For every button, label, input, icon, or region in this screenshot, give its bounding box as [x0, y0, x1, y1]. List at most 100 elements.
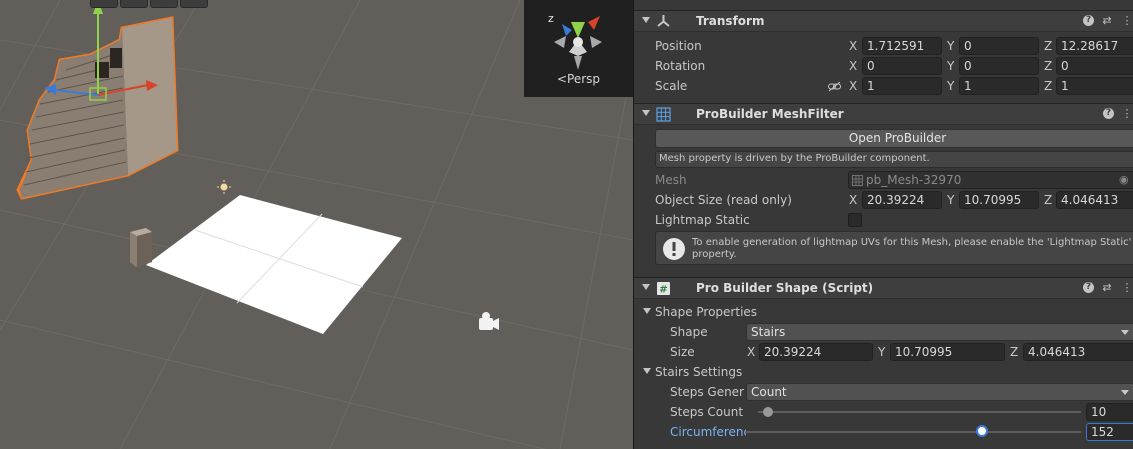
axis-x-label: X [849, 59, 858, 73]
shape-properties-label: Shape Properties [655, 305, 758, 319]
tool-button[interactable] [120, 0, 148, 8]
tool-button[interactable] [180, 0, 208, 8]
scale-y-field[interactable]: 1 [959, 77, 1039, 95]
axis-z-label: Z [1044, 79, 1053, 93]
steps-generation-dropdown[interactable]: Count [746, 383, 1133, 401]
scale-label: Scale [655, 79, 688, 93]
stairs-settings-label: Stairs Settings [655, 365, 743, 379]
shape-script-header[interactable]: # Pro Builder Shape (Script) ? ⇄ ⋮ [634, 277, 1133, 299]
mesh-object-field: pb_Mesh-32970 [848, 171, 1133, 189]
shape-type-label: Shape [670, 325, 708, 339]
steps-generation-label: Steps Genera [670, 385, 744, 399]
rotation-z-field[interactable]: 0 [1056, 57, 1133, 75]
mesh-row: Mesh pb_Mesh-32970 ◉ [634, 170, 1133, 190]
position-label: Position [655, 39, 702, 53]
circumference-field[interactable]: 152 [1086, 423, 1133, 441]
axis-x-label: X [849, 193, 858, 207]
rotation-x-field[interactable]: 0 [862, 57, 942, 75]
shape-type-row: Shape Stairs [634, 322, 1133, 342]
shape-properties-foldout[interactable]: Shape Properties [634, 302, 1133, 322]
circumference-label: Circumferenc [670, 425, 746, 439]
lightmap-help-text: To enable generation of lightmap UVs for… [692, 237, 1132, 260]
preset-icon[interactable]: ⇄ [1100, 14, 1114, 28]
shape-size-z-field[interactable]: 4.046413 [1023, 343, 1133, 361]
component-title: ProBuilder MeshFilter [696, 107, 844, 121]
meshfilter-header[interactable]: ProBuilder MeshFilter ? ⋮ [634, 103, 1133, 125]
scale-x-field[interactable]: 1 [862, 77, 942, 95]
steps-count-row: Steps Count 10 [634, 402, 1133, 422]
axis-x-label: X [849, 39, 858, 53]
help-icon[interactable]: ? [1083, 15, 1094, 26]
stairs-settings-foldout[interactable]: Stairs Settings [634, 362, 1133, 382]
foldout-arrow-icon[interactable] [642, 17, 650, 23]
rotation-y-field[interactable]: 0 [959, 57, 1039, 75]
circumference-slider[interactable] [746, 431, 1081, 433]
mesh-value: pb_Mesh-32970 [866, 173, 962, 187]
scene-toolbar [90, 0, 208, 8]
tool-button[interactable] [150, 0, 178, 8]
scene-view[interactable]: z <Persp [0, 0, 633, 449]
camera-icon[interactable] [479, 312, 499, 330]
mesh-icon [852, 175, 863, 186]
transform-icon [657, 15, 670, 27]
object-size-row: Object Size (read only) X 20.39224 Y 10.… [634, 190, 1133, 210]
rotation-row: Rotation X 0 Y 0 Z 0 [634, 56, 1133, 76]
position-y-field[interactable]: 0 [959, 37, 1039, 55]
help-icon[interactable]: ? [1103, 108, 1114, 119]
rotation-label: Rotation [655, 59, 706, 73]
transform-header[interactable]: Transform ? ⇄ ⋮ [634, 10, 1133, 32]
axis-cone-icon[interactable]: z [524, 0, 633, 72]
axis-y-label: Y [947, 59, 955, 73]
lightmap-static-label: Lightmap Static [655, 213, 750, 227]
position-row: Position X 1.712591 Y 0 Z 12.28617 [634, 36, 1133, 56]
projection-label: Persp [567, 72, 601, 86]
inspector-panel: Transform ? ⇄ ⋮ Position X 1.712591 Y 0 … [633, 0, 1133, 449]
constrain-proportions-icon[interactable] [828, 81, 841, 92]
foldout-arrow-icon[interactable] [643, 308, 651, 314]
axis-z-label: Z [1044, 39, 1053, 53]
shape-size-x-field[interactable]: 20.39224 [759, 343, 873, 361]
circumference-slider-handle[interactable] [975, 425, 988, 437]
light-icon[interactable] [217, 180, 231, 194]
shape-size-label: Size [670, 345, 695, 359]
axis-x-label: X [849, 79, 858, 93]
foldout-arrow-icon[interactable] [642, 284, 650, 290]
gizmo-z-label: z [548, 12, 554, 25]
info-icon [663, 238, 685, 260]
shape-type-dropdown[interactable]: Stairs [746, 323, 1133, 341]
mesh-grid-icon [656, 107, 671, 122]
tool-button[interactable] [90, 0, 118, 8]
help-icon[interactable]: ? [1083, 282, 1094, 293]
lightmap-help-box: To enable generation of lightmap UVs for… [655, 231, 1133, 265]
circumference-row: Circumferenc 152 [634, 422, 1133, 442]
kebab-menu-icon[interactable]: ⋮ [1120, 107, 1133, 121]
shape-size-row: Size X 20.39224 Y 10.70995 Z 4.046413 [634, 342, 1133, 362]
scale-z-field[interactable]: 1 [1056, 77, 1133, 95]
kebab-menu-icon[interactable]: ⋮ [1120, 281, 1133, 295]
orientation-gizmo[interactable]: z <Persp [524, 0, 633, 97]
object-size-z-field: 4.046413 [1056, 191, 1133, 209]
steps-count-field[interactable]: 10 [1086, 403, 1133, 421]
axis-y-label: Y [878, 345, 886, 359]
kebab-menu-icon[interactable]: ⋮ [1120, 14, 1133, 28]
axis-x-label: X [747, 345, 756, 359]
foldout-arrow-icon[interactable] [642, 110, 650, 116]
cube-mesh[interactable] [130, 228, 152, 267]
steps-count-slider[interactable] [758, 411, 1081, 413]
axis-z-label: Z [1044, 59, 1053, 73]
lightmap-static-row: Lightmap Static [634, 210, 1133, 230]
steps-count-slider-handle[interactable] [762, 407, 773, 417]
position-z-field[interactable]: 12.28617 [1056, 37, 1133, 55]
foldout-arrow-icon[interactable] [643, 368, 651, 374]
object-size-x-field: 20.39224 [862, 191, 942, 209]
preset-icon[interactable]: ⇄ [1100, 281, 1114, 295]
open-probuilder-button[interactable]: Open ProBuilder [655, 129, 1133, 148]
axis-y-label: Y [947, 39, 955, 53]
projection-toggle[interactable]: <Persp [524, 72, 633, 86]
steps-generation-row: Steps Genera Count [634, 382, 1133, 402]
axis-z-label: Z [1010, 345, 1019, 359]
position-x-field[interactable]: 1.712591 [862, 37, 942, 55]
shape-size-y-field[interactable]: 10.70995 [890, 343, 1005, 361]
lightmap-static-checkbox[interactable] [848, 213, 862, 227]
component-title: Pro Builder Shape (Script) [696, 281, 874, 295]
